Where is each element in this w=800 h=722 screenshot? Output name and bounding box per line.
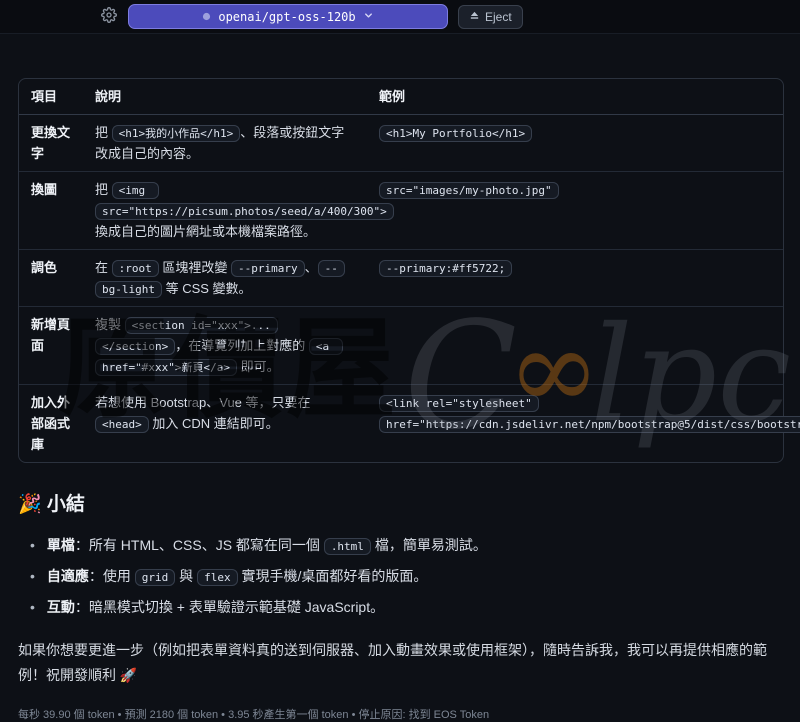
gear-icon (101, 7, 117, 26)
model-name-label: openai/gpt-oss-120b (218, 10, 355, 24)
row-example-cell: <link rel="stylesheet" href="https://cdn… (367, 385, 783, 462)
bold-text: 自適應 (47, 568, 89, 584)
inline-code: flex (197, 569, 238, 586)
inline-code: <h1>My Portfolio</h1> (379, 125, 532, 142)
column-header-description: 說明 (83, 79, 367, 115)
bullet-marker: • (30, 537, 35, 553)
tips-table: 項目 說明 範例 更換文字把 <h1>我的小作品</h1>、段落或按鈕文字改成自… (18, 78, 784, 463)
top-bar: openai/gpt-oss-120b Eject (0, 0, 800, 34)
eject-icon (469, 10, 480, 24)
table-row: 調色在 :root 區塊裡改變 --primary、--bg-light 等 C… (19, 250, 783, 307)
row-example-cell: src="images/my-photo.jpg" (367, 172, 783, 250)
inline-code: --primary:#ff5722; (379, 260, 512, 277)
column-header-example: 範例 (367, 79, 783, 115)
summary-bullet: •單檔：所有 HTML、CSS、JS 都寫在同一個 .html 檔，簡單易測試。 (30, 534, 782, 556)
column-header-item: 項目 (19, 79, 83, 115)
row-item-cell: 換圖 (19, 172, 83, 250)
inline-code: grid (135, 569, 176, 586)
inline-code: .html (324, 538, 371, 555)
row-description-cell: 在 :root 區塊裡改變 --primary、--bg-light 等 CSS… (83, 250, 367, 307)
inline-code: src="images/my-photo.jpg" (379, 182, 559, 199)
row-item-cell: 調色 (19, 250, 83, 307)
bold-text: 互動 (47, 599, 75, 615)
model-status-icon (202, 10, 211, 24)
table-row: 更換文字把 <h1>我的小作品</h1>、段落或按鈕文字改成自己的內容。<h1>… (19, 115, 783, 172)
eject-button[interactable]: Eject (458, 5, 523, 29)
inline-code: <section id="xxx">...</section> (95, 317, 278, 355)
summary-bullet: •自適應：使用 grid 與 flex 實現手機/桌面都好看的版面。 (30, 565, 782, 587)
row-item-cell: 加入外部函式庫 (19, 385, 83, 462)
row-description-cell: 把 <h1>我的小作品</h1>、段落或按鈕文字改成自己的內容。 (83, 115, 367, 172)
table-header-row: 項目 說明 範例 (19, 79, 783, 115)
chat-response-area: 項目 說明 範例 更換文字把 <h1>我的小作品</h1>、段落或按鈕文字改成自… (0, 78, 800, 722)
chevron-down-icon (363, 10, 374, 24)
row-item-cell: 新增頁面 (19, 307, 83, 385)
table-row: 加入外部函式庫若想使用 Bootstrap、Vue 等，只要在 <head> 加… (19, 385, 783, 462)
row-description-cell: 複製 <section id="xxx">...</section>，在導覽列加… (83, 307, 367, 385)
table-row: 換圖把 <img src="https://picsum.photos/seed… (19, 172, 783, 250)
row-example-cell: <h1>My Portfolio</h1> (367, 115, 783, 172)
eject-label: Eject (485, 10, 512, 24)
row-description-cell: 若想使用 Bootstrap、Vue 等，只要在 <head> 加入 CDN 連… (83, 385, 367, 462)
inline-code: <h1>我的小作品</h1> (112, 125, 241, 142)
inline-code: <img src="https://picsum.photos/seed/a/4… (95, 182, 394, 220)
model-selector-dropdown[interactable]: openai/gpt-oss-120b (128, 4, 448, 29)
inline-code: <link rel="stylesheet" href="https://cdn… (379, 395, 800, 433)
closing-paragraph: 如果你想要更進一步（例如把表單資料真的送到伺服器、加入動畫效果或使用框架），隨時… (18, 638, 784, 688)
table-row: 新增頁面複製 <section id="xxx">...</section>，在… (19, 307, 783, 385)
summary-bullet: •互動：暗黑模式切換 + 表單驗證示範基礎 JavaScript。 (30, 596, 782, 618)
generation-stats: 每秒 39.90 個 token • 預測 2180 個 token • 3.9… (18, 706, 782, 722)
inline-code: <head> (95, 416, 149, 433)
summary-heading: 🎉 小結 (18, 489, 782, 516)
summary-list: •單檔：所有 HTML、CSS、JS 都寫在同一個 .html 檔，簡單易測試。… (18, 534, 782, 618)
row-item-cell: 更換文字 (19, 115, 83, 172)
bold-text: 單檔 (47, 537, 75, 553)
bullet-marker: • (30, 599, 35, 615)
row-example-cell: --primary:#ff5722; (367, 250, 783, 307)
row-example-cell (367, 307, 783, 385)
inline-code: :root (112, 260, 159, 277)
inline-code: --primary (231, 260, 305, 277)
bullet-marker: • (30, 568, 35, 584)
row-description-cell: 把 <img src="https://picsum.photos/seed/a… (83, 172, 367, 250)
settings-gear-button[interactable] (99, 7, 119, 27)
